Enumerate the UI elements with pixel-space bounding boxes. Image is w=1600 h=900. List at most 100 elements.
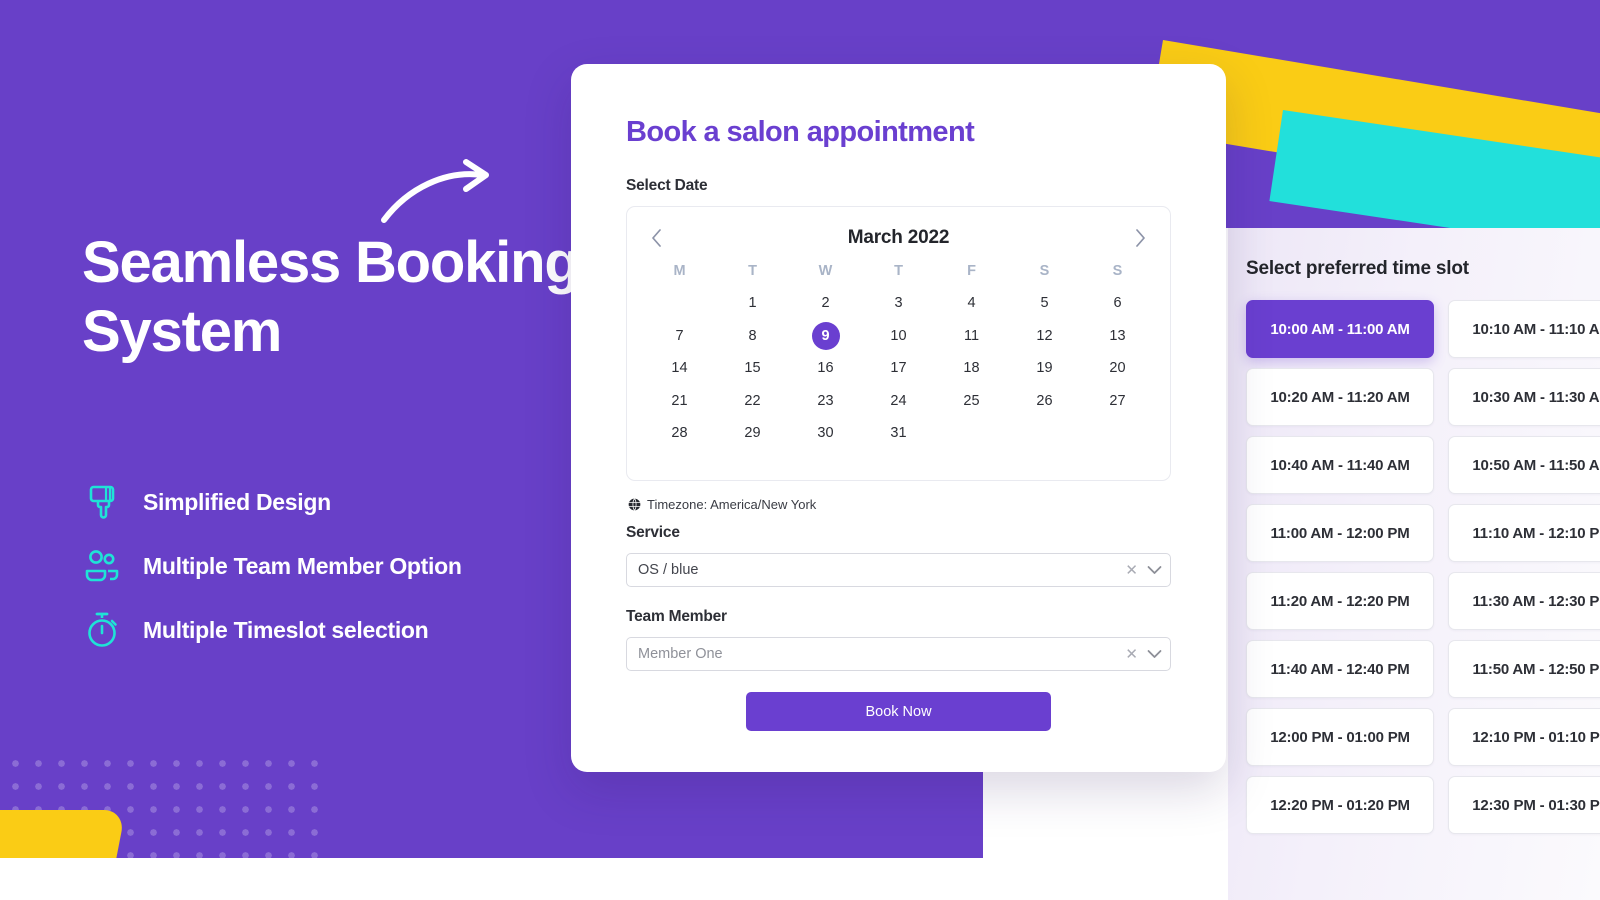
calendar-day-number: 20 — [1109, 360, 1126, 377]
calendar-day-number: 26 — [1036, 392, 1053, 409]
time-slot[interactable]: 10:50 AM - 11:50 AM — [1448, 436, 1600, 494]
chevron-left-icon — [651, 229, 661, 247]
calendar-day[interactable]: 20 — [1081, 352, 1154, 385]
team-members-icon — [82, 546, 126, 586]
team-member-select[interactable]: Member One ✕ — [626, 637, 1171, 671]
calendar-day[interactable]: 25 — [935, 385, 1008, 418]
calendar-day[interactable]: 7 — [643, 320, 716, 353]
calendar-day[interactable]: 29 — [716, 417, 789, 450]
hero-title: Seamless Booking System — [82, 230, 580, 364]
feature-label: Simplified Design — [143, 488, 331, 515]
calendar-day-number: 3 — [894, 295, 903, 312]
calendar-day[interactable]: 4 — [935, 287, 1008, 320]
calendar-day-number: 8 — [748, 327, 757, 344]
calendar-day[interactable]: 26 — [1008, 385, 1081, 418]
team-member-value: Member One — [638, 646, 723, 662]
calendar-weekday: T — [894, 263, 903, 279]
calendar-weekday: M — [673, 263, 686, 279]
calendar-day[interactable]: 18 — [935, 352, 1008, 385]
time-slot[interactable]: 11:30 AM - 12:30 PM — [1448, 572, 1600, 630]
time-slot[interactable]: 12:30 PM - 01:30 PM — [1448, 776, 1600, 834]
calendar-day-number: 14 — [671, 360, 688, 377]
time-slot[interactable]: 10:10 AM - 11:10 AM — [1448, 300, 1600, 358]
calendar-header: March 2022 — [643, 221, 1154, 255]
calendar-day-selected[interactable]: 9 — [789, 320, 862, 353]
service-select[interactable]: OS / blue ✕ — [626, 553, 1171, 587]
yellow-blob-shape — [0, 810, 126, 858]
calendar-day-number: 2 — [821, 295, 830, 312]
calendar-day[interactable]: 6 — [1081, 287, 1154, 320]
time-slot[interactable]: 12:20 PM - 01:20 PM — [1246, 776, 1434, 834]
calendar-day[interactable]: 8 — [716, 320, 789, 353]
time-slot[interactable]: 10:30 AM - 11:30 AM — [1448, 368, 1600, 426]
time-slot[interactable]: 11:20 AM - 12:20 PM — [1246, 572, 1434, 630]
calendar-day[interactable]: 2 — [789, 287, 862, 320]
feature-label: Multiple Timeslot selection — [143, 616, 429, 643]
time-slot[interactable]: 12:10 PM - 01:10 PM — [1448, 708, 1600, 766]
calendar-day[interactable]: 23 — [789, 385, 862, 418]
calendar-day[interactable]: 10 — [862, 320, 935, 353]
calendar-day[interactable]: 22 — [716, 385, 789, 418]
chevron-down-icon — [1147, 650, 1162, 658]
calendar-day-number: 16 — [817, 360, 834, 377]
calendar-day[interactable]: 1 — [716, 287, 789, 320]
time-slot[interactable]: 11:40 AM - 12:40 PM — [1246, 640, 1434, 698]
calendar-day[interactable]: 14 — [643, 352, 716, 385]
calendar-day[interactable]: 5 — [1008, 287, 1081, 320]
calendar-weekday: W — [818, 263, 833, 279]
booking-card: Book a salon appointment Select Date Mar… — [571, 64, 1226, 772]
calendar-day[interactable]: 24 — [862, 385, 935, 418]
service-clear-icon[interactable]: ✕ — [1125, 561, 1138, 579]
timezone-text: Timezone: America/New York — [647, 497, 817, 512]
calendar-day[interactable]: 30 — [789, 417, 862, 450]
calendar-day-number: 6 — [1113, 295, 1122, 312]
calendar-day[interactable]: 3 — [862, 287, 935, 320]
calendar-day-number: 11 — [963, 327, 980, 344]
calendar-day[interactable]: 21 — [643, 385, 716, 418]
chevron-right-icon — [1136, 229, 1146, 247]
time-slot[interactable]: 11:00 AM - 12:00 PM — [1246, 504, 1434, 562]
calendar-day-number: 5 — [1040, 295, 1049, 312]
team-member-dropdown-button[interactable] — [1147, 649, 1162, 659]
service-label: Service — [626, 524, 680, 541]
team-member-clear-icon[interactable]: ✕ — [1125, 645, 1138, 663]
calendar-day-number: 15 — [744, 360, 761, 377]
calendar-day[interactable]: 13 — [1081, 320, 1154, 353]
time-slot-panel: Select preferred time slot 10:00 AM - 11… — [1228, 228, 1600, 900]
booking-landing-page: Select preferred time slot 10:00 AM - 11… — [0, 0, 1600, 900]
stopwatch-icon — [82, 610, 126, 650]
calendar-day-number: 21 — [671, 392, 688, 409]
calendar-day-number: 23 — [817, 392, 834, 409]
calendar-weekday-row: MTWTFSS — [643, 255, 1154, 287]
time-slot[interactable]: 10:40 AM - 11:40 AM — [1246, 436, 1434, 494]
book-now-button[interactable]: Book Now — [746, 692, 1051, 731]
prev-month-button[interactable] — [643, 225, 669, 251]
calendar-day[interactable]: 12 — [1008, 320, 1081, 353]
calendar-day-number: 13 — [1109, 327, 1126, 344]
calendar-day[interactable]: 11 — [935, 320, 1008, 353]
curved-arrow-icon — [381, 159, 489, 223]
chevron-down-icon — [1147, 566, 1162, 574]
calendar-day-number: 31 — [890, 425, 907, 442]
calendar-day[interactable]: 16 — [789, 352, 862, 385]
time-slot-selected[interactable]: 10:00 AM - 11:00 AM — [1246, 300, 1434, 358]
globe-icon — [628, 498, 641, 511]
time-slot[interactable]: 10:20 AM - 11:20 AM — [1246, 368, 1434, 426]
calendar-day[interactable]: 17 — [862, 352, 935, 385]
time-slot[interactable]: 12:00 PM - 01:00 PM — [1246, 708, 1434, 766]
next-month-button[interactable] — [1128, 225, 1154, 251]
calendar-day-number: 25 — [963, 392, 980, 409]
calendar-day-grid: 1 2 3 4 5 6 7 8 9 10 11 12 13 14 15 16 17 18 19 20 21 22 23 24 2… — [643, 287, 1154, 450]
calendar-day[interactable]: 19 — [1008, 352, 1081, 385]
feature-item: Multiple Team Member Option — [82, 534, 462, 598]
card-title: Book a salon appointment — [626, 116, 975, 148]
calendar-day[interactable]: 28 — [643, 417, 716, 450]
service-value: OS / blue — [638, 562, 699, 578]
calendar-day-number: 1 — [748, 295, 757, 312]
calendar-day[interactable]: 27 — [1081, 385, 1154, 418]
time-slot[interactable]: 11:10 AM - 12:10 PM — [1448, 504, 1600, 562]
service-dropdown-button[interactable] — [1147, 565, 1162, 575]
calendar-day[interactable]: 15 — [716, 352, 789, 385]
time-slot[interactable]: 11:50 AM - 12:50 PM — [1448, 640, 1600, 698]
calendar-day[interactable]: 31 — [862, 417, 935, 450]
